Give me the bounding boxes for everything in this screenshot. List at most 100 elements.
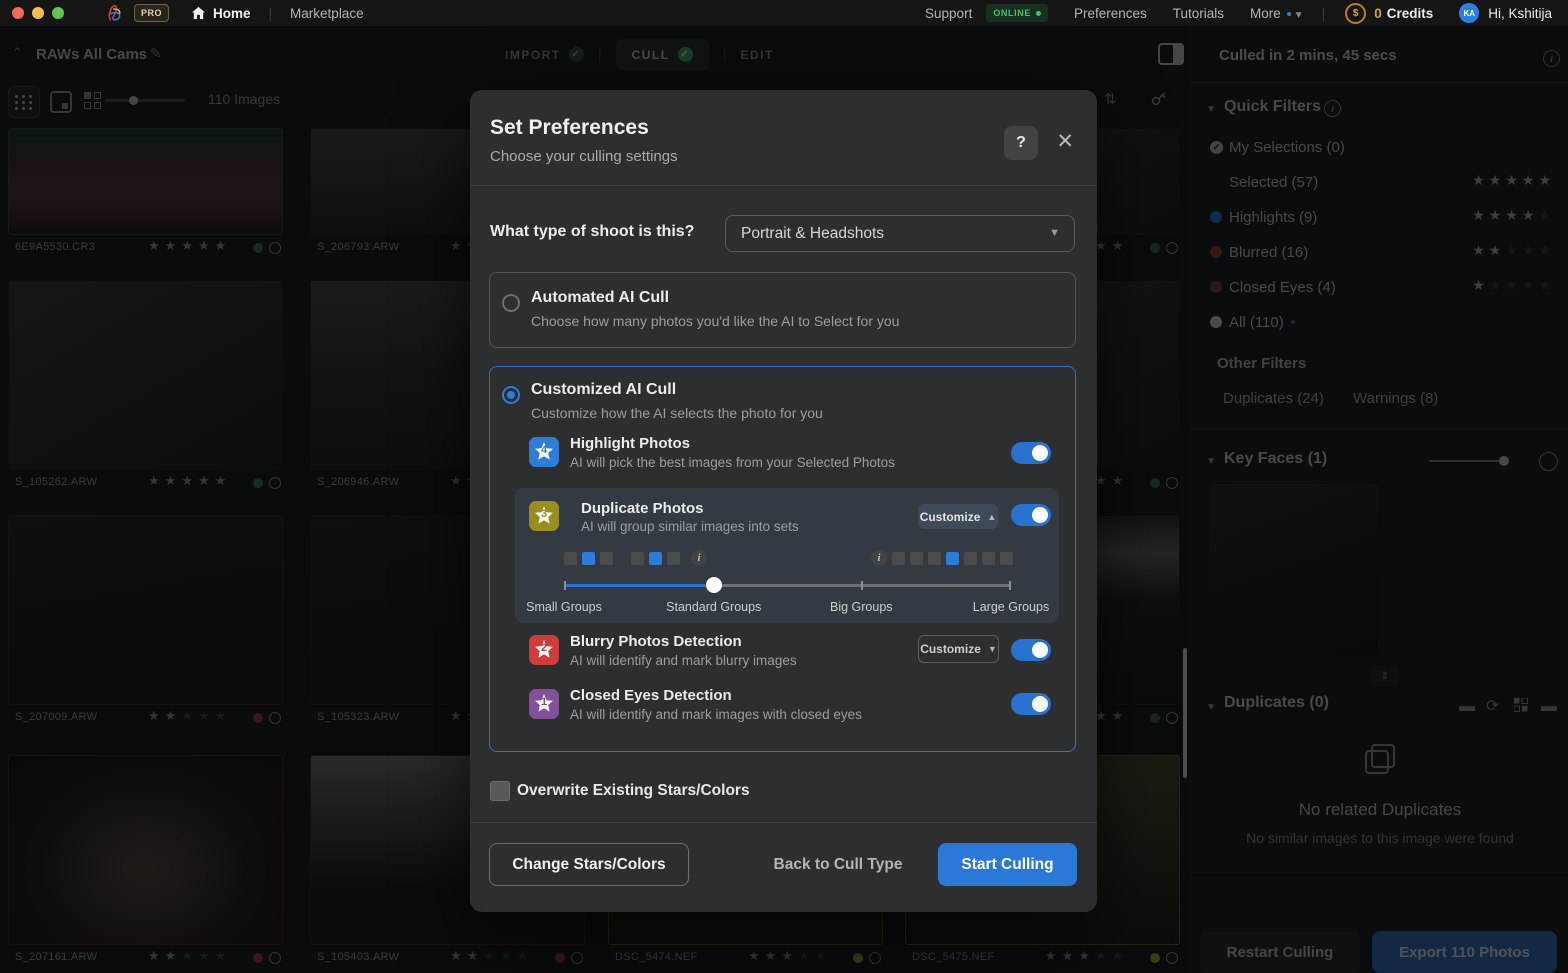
nav-support[interactable]: Support (925, 6, 972, 21)
slider-fill (564, 584, 714, 587)
group-square (892, 552, 905, 565)
slider-label-large-groups: Large Groups (973, 600, 1049, 614)
group-square (564, 552, 577, 565)
duplicate-customize-button[interactable]: Customize▲ (918, 504, 998, 529)
pro-badge: PRO (134, 4, 169, 22)
automated-description: Choose how many photos you'd like the AI… (531, 313, 899, 329)
app-logo-icon (104, 2, 126, 24)
group-square (982, 552, 995, 565)
slider-label-standard-groups: Standard Groups (666, 600, 761, 614)
duplicate-photos-toggle[interactable] (1011, 504, 1051, 526)
nav-home[interactable]: Home (191, 6, 251, 21)
spacer (618, 552, 626, 565)
customized-title: Customized AI Cull (531, 381, 676, 399)
blurry-photos-toggle[interactable] (1011, 639, 1051, 661)
nav-preferences[interactable]: Preferences (1074, 6, 1147, 21)
credits-amount: 0 (1374, 6, 1382, 21)
user-greeting[interactable]: Hi, Kshitija (1488, 6, 1552, 21)
maximize-window-button[interactable] (52, 7, 64, 19)
closed-eyes-title: Closed Eyes Detection (570, 687, 732, 704)
nav-marketplace[interactable]: Marketplace (290, 6, 364, 21)
overwrite-checkbox[interactable] (490, 781, 510, 801)
closed-eyes-toggle[interactable] (1011, 693, 1051, 715)
group-square (667, 552, 680, 565)
notification-dot (1287, 12, 1291, 16)
large-group-preview: i (871, 550, 1013, 566)
shoot-type-label: What type of shoot is this? (490, 223, 694, 241)
automated-title: Automated AI Cull (531, 289, 669, 307)
avatar[interactable]: KA (1459, 3, 1479, 23)
highlight-photos-title: Highlight Photos (570, 435, 690, 452)
chevron-up-icon: ▲ (987, 512, 996, 522)
group-square (928, 552, 941, 565)
close-icon[interactable]: ✕ (1056, 131, 1074, 152)
chevron-down-icon: ▼ (988, 644, 997, 654)
slider-tick (861, 581, 863, 590)
divider: | (1322, 6, 1326, 21)
duplicate-photos-description: AI will group similar images into sets (581, 519, 799, 534)
nav-more[interactable]: More▼ (1250, 6, 1304, 21)
home-icon (191, 6, 206, 20)
change-stars-colors-button[interactable]: Change Stars/Colors (489, 843, 689, 886)
highlight-photos-icon: 4 (529, 437, 559, 467)
chevron-down-icon: ▼ (1049, 227, 1060, 239)
duplicate-photos-icon: 3 (529, 501, 559, 531)
nav-tutorials[interactable]: Tutorials (1173, 6, 1224, 21)
overwrite-label: Overwrite Existing Stars/Colors (517, 782, 750, 800)
group-square (946, 552, 959, 565)
back-to-cull-type-button[interactable]: Back to Cull Type (758, 843, 918, 886)
divider (470, 185, 1097, 186)
chevron-down-icon: ▼ (1294, 10, 1304, 21)
blurry-customize-button[interactable]: Customize▼ (918, 635, 999, 663)
minimize-window-button[interactable] (32, 7, 44, 19)
closed-eyes-description: AI will identify and mark images with cl… (570, 707, 862, 722)
group-square (631, 552, 644, 565)
duplicate-photos-panel: 3 Duplicate Photos AI will group similar… (515, 488, 1059, 623)
duplicate-photos-title: Duplicate Photos (581, 500, 704, 517)
slider-tick (564, 581, 566, 590)
group-square (582, 552, 595, 565)
group-square (964, 552, 977, 565)
group-square (649, 552, 662, 565)
group-square (1000, 552, 1013, 565)
customized-radio[interactable] (502, 386, 520, 404)
app-window: PRO Home | Marketplace Support ONLINE Pr… (0, 0, 1568, 973)
small-group-preview: i (564, 550, 707, 566)
dialog-title: Set Preferences (490, 116, 649, 140)
start-culling-button[interactable]: Start Culling (938, 843, 1077, 886)
online-status-badge: ONLINE (986, 4, 1048, 22)
highlight-photos-description: AI will pick the best images from your S… (570, 455, 895, 470)
shoot-type-value: Portrait & Headshots (741, 225, 884, 243)
dialog-subtitle: Choose your culling settings (490, 148, 678, 165)
slider-label-small-groups: Small Groups (526, 600, 602, 614)
info-icon[interactable]: i (691, 550, 707, 566)
help-button[interactable]: ? (1004, 126, 1038, 160)
close-window-button[interactable] (12, 7, 24, 19)
group-square (600, 552, 613, 565)
automated-radio[interactable] (502, 294, 520, 312)
blurry-photos-title: Blurry Photos Detection (570, 633, 742, 650)
set-preferences-dialog: Set Preferences Choose your culling sett… (470, 90, 1097, 912)
shoot-type-dropdown[interactable]: Portrait & Headshots ▼ (725, 215, 1075, 252)
divider (470, 822, 1097, 823)
credits-coin-icon: $ (1345, 3, 1366, 24)
slider-tick (1009, 581, 1011, 590)
menubar: PRO Home | Marketplace Support ONLINE Pr… (0, 0, 1568, 26)
blurry-photos-description: AI will identify and mark blurry images (570, 653, 797, 668)
customized-cull-option[interactable]: Customized AI Cull Customize how the AI … (489, 366, 1076, 752)
automated-cull-option[interactable]: Automated AI Cull Choose how many photos… (489, 272, 1076, 348)
divider: | (269, 6, 273, 21)
slider-label-big-groups: Big Groups (830, 600, 893, 614)
window-controls (12, 7, 64, 19)
group-size-slider[interactable] (564, 584, 1011, 587)
highlight-photos-toggle[interactable] (1011, 442, 1051, 464)
credits-label[interactable]: Credits (1387, 6, 1434, 21)
slider-labels: Small GroupsStandard GroupsBig GroupsLar… (564, 600, 1011, 616)
closed-eyes-icon: 1 (529, 689, 559, 719)
group-square (910, 552, 923, 565)
online-dot-icon (1036, 11, 1041, 16)
info-icon[interactable]: i (871, 550, 887, 566)
blurry-photos-icon: 2 (529, 635, 559, 665)
slider-handle[interactable] (706, 577, 722, 593)
customized-description: Customize how the AI selects the photo f… (531, 405, 823, 421)
